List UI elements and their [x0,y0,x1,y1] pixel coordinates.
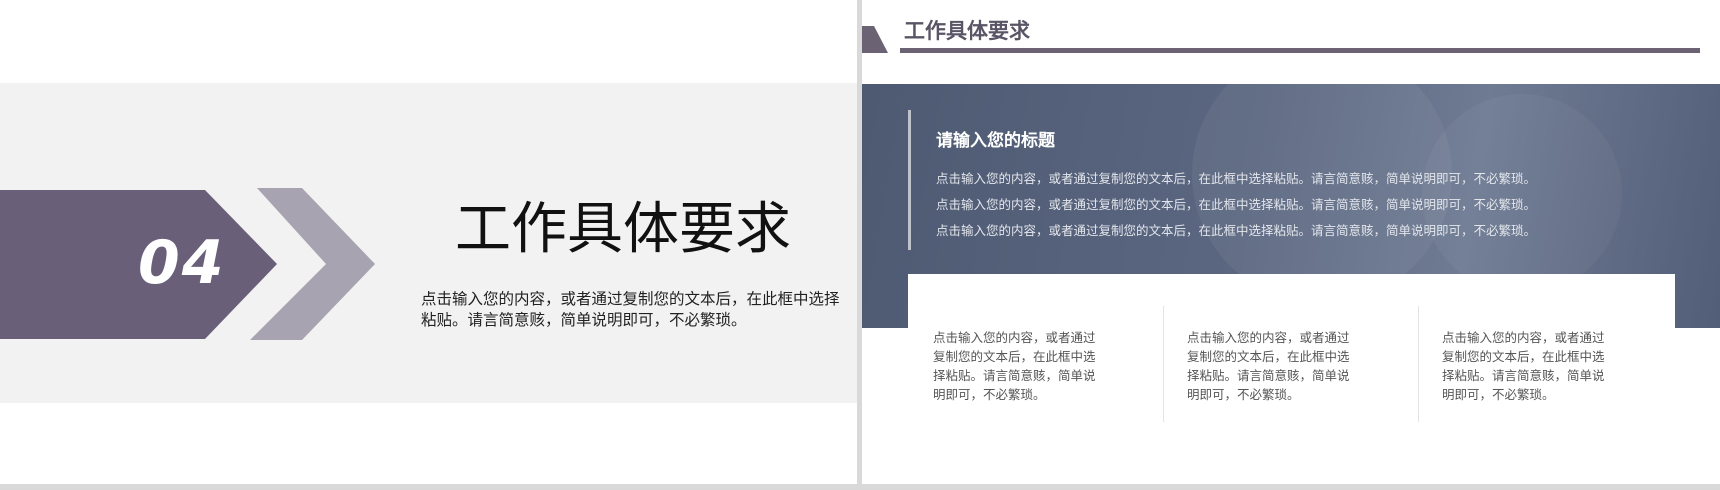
hero-heading[interactable]: 请输入您的标题 [936,128,1055,154]
hero-text-line[interactable]: 点击输入您的内容，或者通过复制您的文本后，在此框中选择粘贴。请言简意赅，简单说明… [936,193,1576,217]
column-divider [1163,306,1164,422]
title-marker-icon [862,26,888,53]
section-number: 04 [138,228,226,298]
content-column[interactable]: 点击输入您的内容，或者通过复制您的文本后，在此框中选择粘贴。请言简意赅，简单说明… [933,328,1103,404]
page-title[interactable]: 工作具体要求 [904,17,1030,45]
slide-left: 04 工作具体要求 点击输入您的内容，或者通过复制您的文本后，在此框中选择粘贴。… [0,0,857,484]
hero-text-line[interactable]: 点击输入您的内容，或者通过复制您的文本后，在此框中选择粘贴。请言简意赅，简单说明… [936,219,1576,243]
hero-text-line[interactable]: 点击输入您的内容，或者通过复制您的文本后，在此框中选择粘贴。请言简意赅，简单说明… [936,167,1576,191]
bottom-bar [0,484,1720,490]
section-description[interactable]: 点击输入您的内容，或者通过复制您的文本后，在此框中选择粘贴。请言简意赅，简单说明… [421,289,851,331]
column-divider [1418,306,1419,422]
slide-right: 工作具体要求 请输入您的标题 点击输入您的内容，或者通过复制您的文本后，在此框中… [862,0,1720,484]
content-column[interactable]: 点击输入您的内容，或者通过复制您的文本后，在此框中选择粘贴。请言简意赅，简单说明… [1442,328,1612,404]
content-card: 点击输入您的内容，或者通过复制您的文本后，在此框中选择粘贴。请言简意赅，简单说明… [908,274,1675,484]
content-column[interactable]: 点击输入您的内容，或者通过复制您的文本后，在此框中选择粘贴。请言简意赅，简单说明… [1187,328,1357,404]
title-underline [900,48,1700,53]
section-title[interactable]: 工作具体要求 [455,195,835,265]
hero-accent-bar [908,110,911,250]
